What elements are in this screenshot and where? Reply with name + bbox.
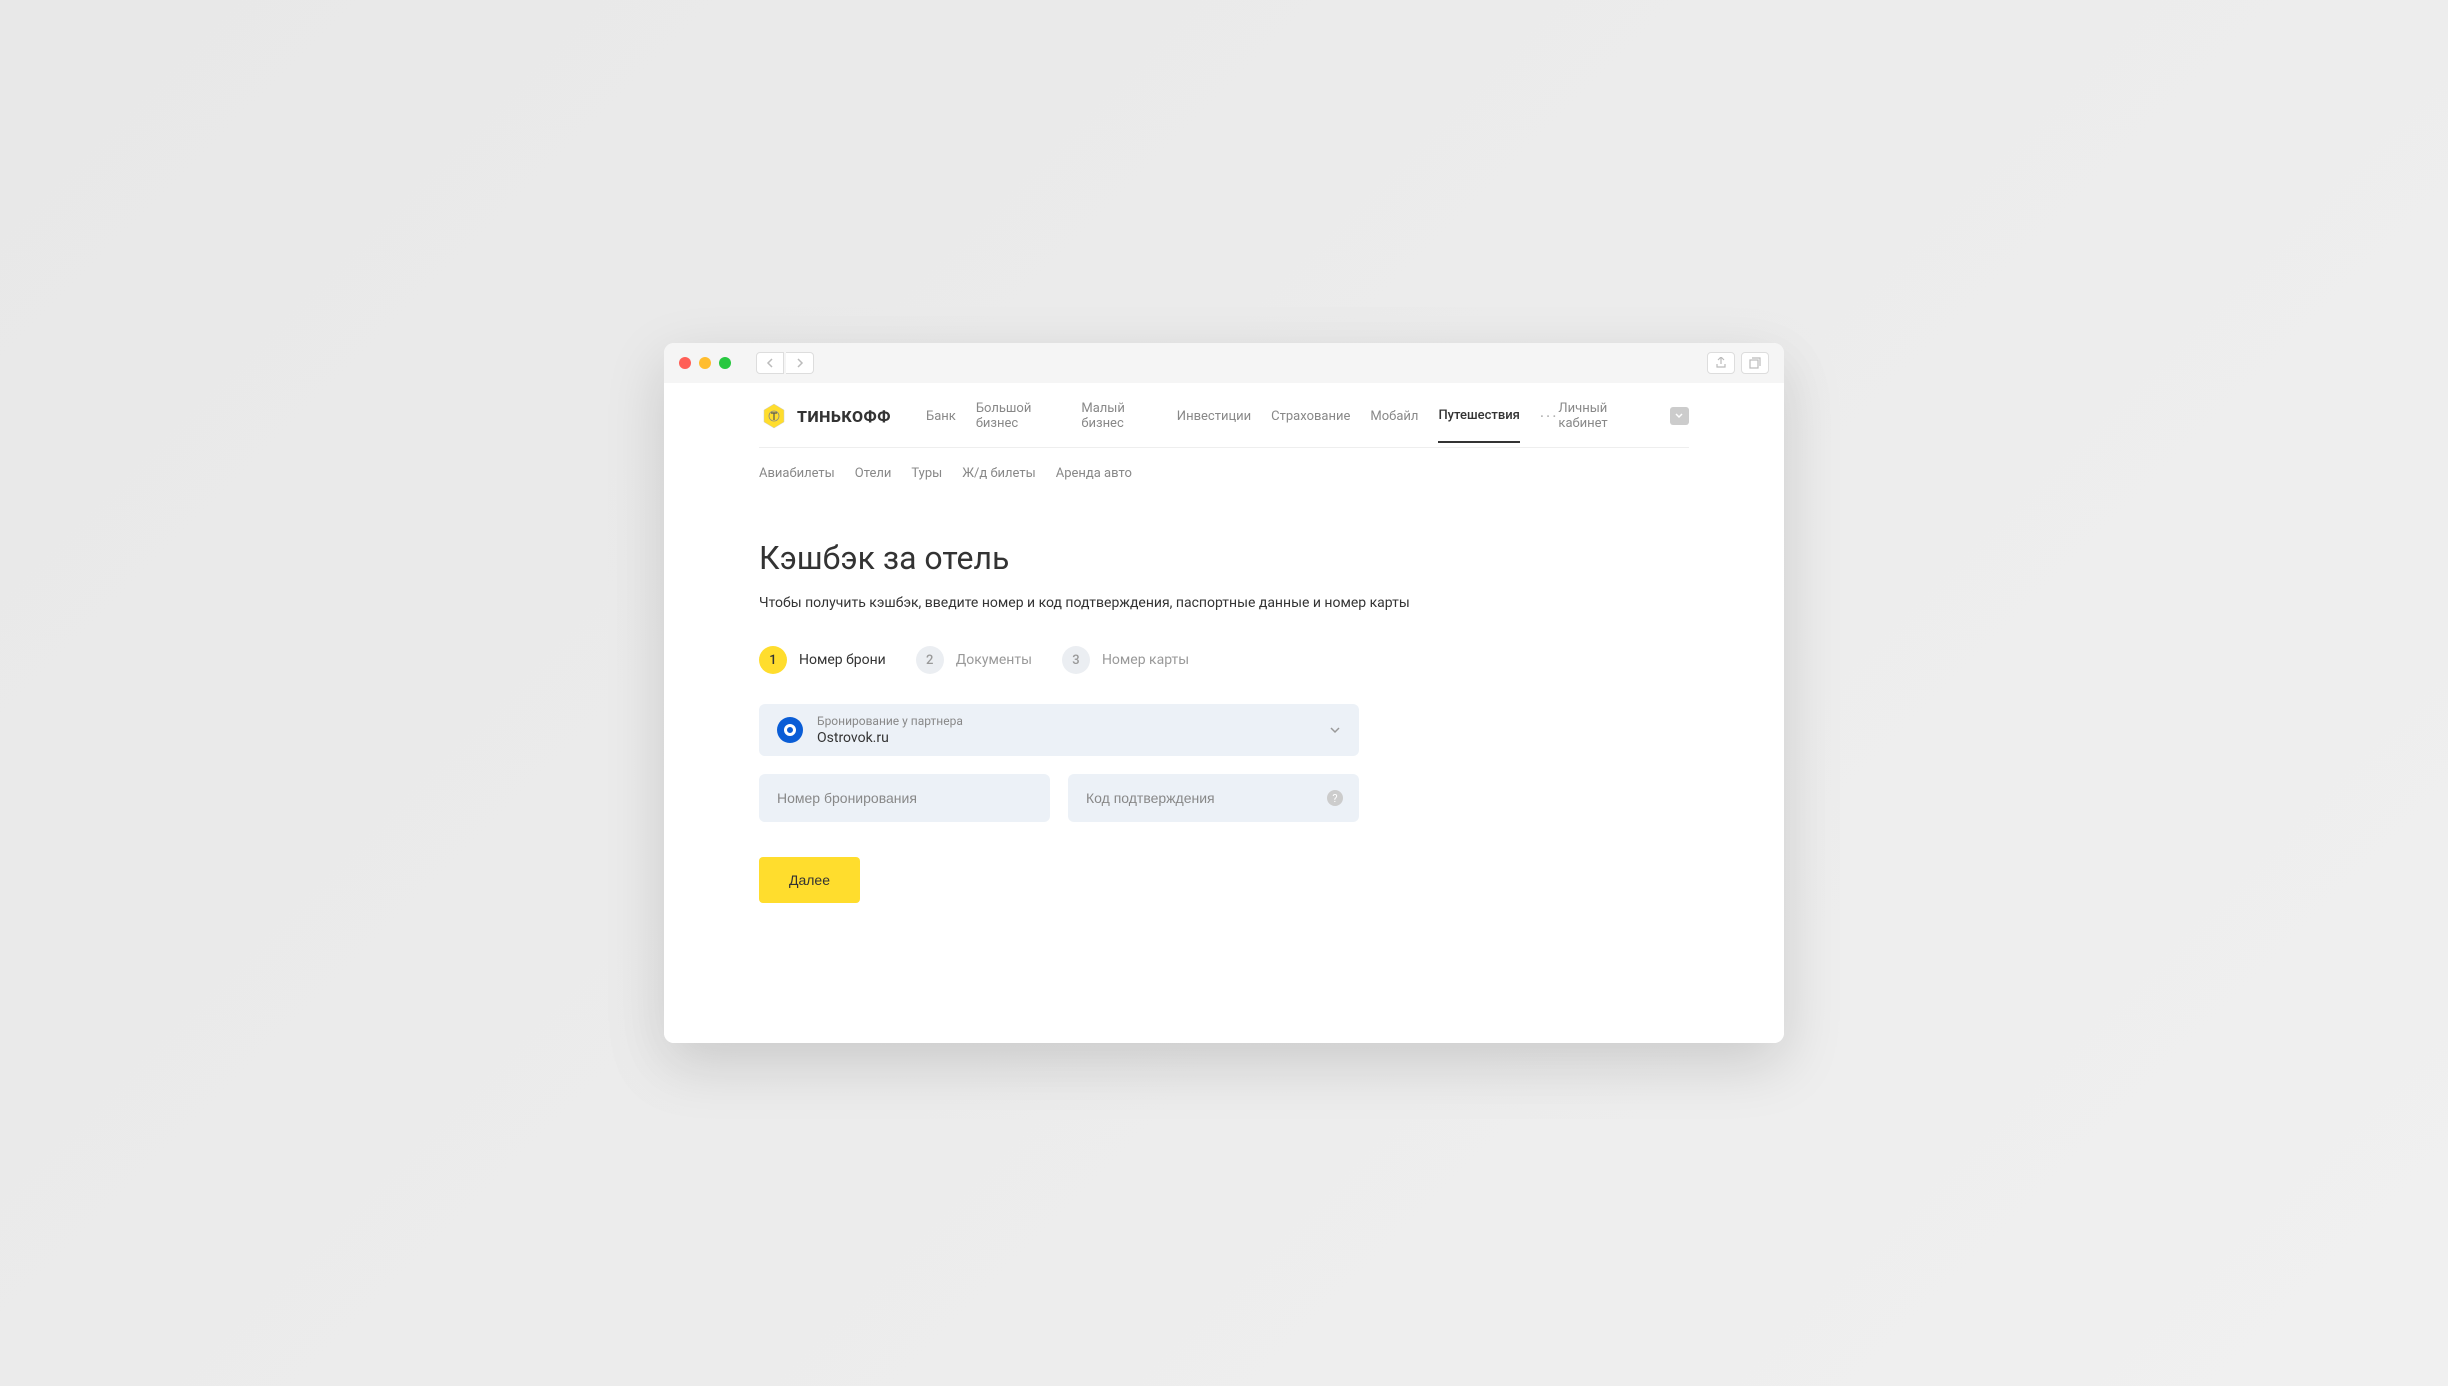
step-3[interactable]: 3 Номер карты xyxy=(1062,646,1189,674)
nav-item-insurance[interactable]: Страхование xyxy=(1271,409,1350,442)
forward-button[interactable] xyxy=(786,352,814,374)
chevron-down-icon xyxy=(1329,723,1341,737)
tabs-icon xyxy=(1749,357,1761,369)
chevron-down-icon xyxy=(1674,412,1684,420)
booking-number-wrapper xyxy=(759,774,1050,822)
share-icon xyxy=(1715,357,1727,369)
nav-item-small-business[interactable]: Малый бизнес xyxy=(1081,401,1156,449)
nav-more-button[interactable]: ··· xyxy=(1540,407,1559,426)
maximize-window-button[interactable] xyxy=(719,357,731,369)
step-2-label: Документы xyxy=(956,652,1032,668)
page-title: Кэшбэк за отель xyxy=(759,539,1689,577)
chevron-right-icon xyxy=(796,358,804,368)
browser-window: ТИНЬКОФФ Банк Большой бизнес Малый бизне… xyxy=(664,343,1784,1043)
close-window-button[interactable] xyxy=(679,357,691,369)
form-section: Бронирование у партнера Ostrovok.ru ? xyxy=(759,704,1359,903)
nav-arrows xyxy=(756,352,814,374)
step-1-label: Номер брони xyxy=(799,652,886,668)
logo[interactable]: ТИНЬКОФФ xyxy=(759,402,891,430)
minimize-window-button[interactable] xyxy=(699,357,711,369)
nav-item-big-business[interactable]: Большой бизнес xyxy=(976,401,1062,449)
partner-logo-icon xyxy=(777,717,803,743)
header-right: Личный кабинет xyxy=(1558,401,1689,431)
partner-select[interactable]: Бронирование у партнера Ostrovok.ru xyxy=(759,704,1359,756)
nav-item-investments[interactable]: Инвестиции xyxy=(1177,409,1251,442)
nav-item-mobile[interactable]: Мобайл xyxy=(1370,409,1418,442)
header-left: ТИНЬКОФФ Банк Большой бизнес Малый бизне… xyxy=(759,401,1558,431)
partner-value: Ostrovok.ru xyxy=(817,730,1315,746)
header: ТИНЬКОФФ Банк Большой бизнес Малый бизне… xyxy=(664,383,1784,448)
chrome-right xyxy=(1707,352,1769,374)
partner-text: Бронирование у партнера Ostrovok.ru xyxy=(817,714,1315,746)
sub-nav: Авиабилеты Отели Туры Ж/д билеты Аренда … xyxy=(664,448,1784,499)
confirmation-code-input[interactable] xyxy=(1068,774,1359,822)
partner-label: Бронирование у партнера xyxy=(817,714,1315,728)
step-3-label: Номер карты xyxy=(1102,652,1189,668)
traffic-lights xyxy=(679,357,731,369)
form-row: ? xyxy=(759,774,1359,822)
page-subtitle: Чтобы получить кэшбэк, введите номер и к… xyxy=(759,595,1689,611)
main-content: Кэшбэк за отель Чтобы получить кэшбэк, в… xyxy=(664,499,1784,963)
step-2[interactable]: 2 Документы xyxy=(916,646,1032,674)
stepper: 1 Номер брони 2 Документы 3 Номер карты xyxy=(759,646,1689,674)
account-link[interactable]: Личный кабинет xyxy=(1558,401,1655,431)
nav-item-travel[interactable]: Путешествия xyxy=(1438,408,1519,443)
account-icon[interactable] xyxy=(1670,407,1689,425)
step-1-number: 1 xyxy=(759,646,787,674)
main-nav: Банк Большой бизнес Малый бизнес Инвести… xyxy=(926,401,1558,431)
subnav-item-hotels[interactable]: Отели xyxy=(855,466,892,481)
share-button[interactable] xyxy=(1707,352,1735,374)
subnav-item-flights[interactable]: Авиабилеты xyxy=(759,466,835,481)
back-button[interactable] xyxy=(756,352,784,374)
header-top: ТИНЬКОФФ Банк Большой бизнес Малый бизне… xyxy=(759,401,1689,448)
next-button[interactable]: Далее xyxy=(759,857,860,903)
tabs-button[interactable] xyxy=(1741,352,1769,374)
help-icon[interactable]: ? xyxy=(1327,790,1343,806)
step-2-number: 2 xyxy=(916,646,944,674)
confirmation-code-wrapper: ? xyxy=(1068,774,1359,822)
chrome-left xyxy=(679,352,814,374)
step-1[interactable]: 1 Номер брони xyxy=(759,646,886,674)
chevron-left-icon xyxy=(766,358,774,368)
content-area: ТИНЬКОФФ Банк Большой бизнес Малый бизне… xyxy=(664,383,1784,1043)
booking-number-input[interactable] xyxy=(759,774,1050,822)
logo-text: ТИНЬКОФФ xyxy=(797,407,891,426)
step-3-number: 3 xyxy=(1062,646,1090,674)
subnav-item-car-rental[interactable]: Аренда авто xyxy=(1056,466,1132,481)
subnav-item-train[interactable]: Ж/д билеты xyxy=(962,466,1036,481)
nav-item-bank[interactable]: Банк xyxy=(926,409,956,442)
logo-emblem-icon xyxy=(759,402,789,430)
subnav-item-tours[interactable]: Туры xyxy=(911,466,942,481)
browser-chrome xyxy=(664,343,1784,383)
